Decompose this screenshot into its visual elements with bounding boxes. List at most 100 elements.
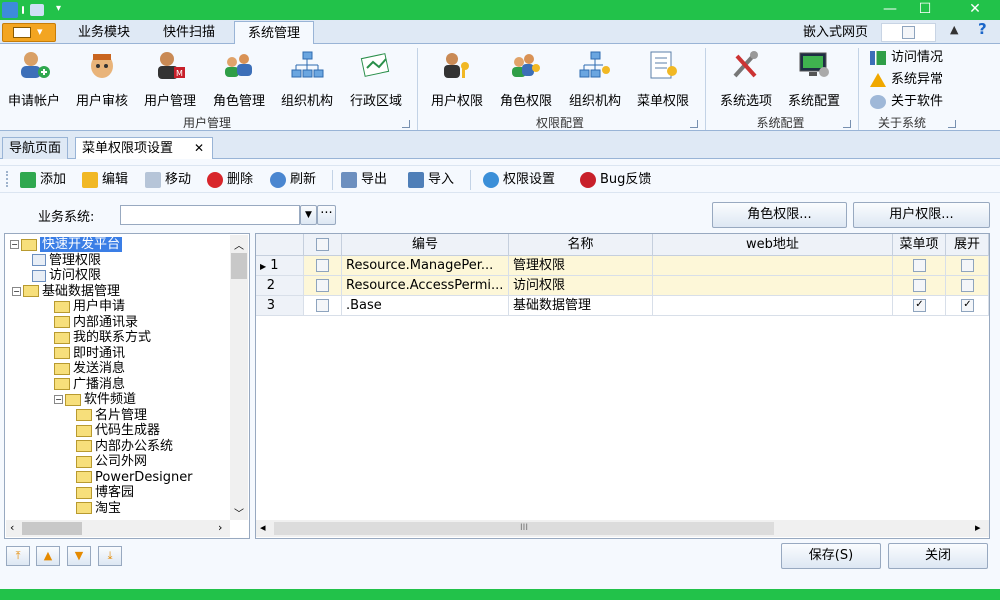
row-select-checkbox[interactable]: [316, 279, 329, 292]
tab-system-management[interactable]: 系统管理: [234, 21, 314, 44]
collapse-ribbon-icon[interactable]: ▲: [950, 23, 958, 36]
edit-button[interactable]: 编辑: [82, 170, 128, 190]
name-cell[interactable]: 访问权限: [509, 276, 653, 296]
org-permission-button[interactable]: 组织机构: [562, 48, 628, 109]
permission-settings-button[interactable]: 权限设置: [483, 170, 555, 190]
group-launcher-icon[interactable]: [690, 120, 698, 128]
tree-node[interactable]: 博客园: [76, 485, 134, 501]
export-button[interactable]: 导出: [341, 170, 387, 190]
tree-node[interactable]: 公司外网: [76, 454, 147, 470]
scroll-up-icon[interactable]: ︿: [234, 237, 244, 252]
move-button[interactable]: 移动: [145, 170, 191, 190]
maximize-button[interactable]: ☐: [905, 0, 945, 20]
grid-header-web[interactable]: web地址: [653, 234, 893, 256]
user-permission-button[interactable]: 用户权限: [424, 48, 490, 109]
add-button[interactable]: 添加: [20, 170, 66, 190]
row-select-cell[interactable]: [304, 276, 342, 296]
row-select-checkbox[interactable]: [316, 259, 329, 272]
embed-webpage-toggle[interactable]: [881, 23, 936, 42]
grid-header-menu[interactable]: 菜单项: [893, 234, 946, 256]
business-system-input[interactable]: [120, 205, 300, 225]
user-management-button[interactable]: M 用户管理: [138, 48, 202, 109]
tree-node[interactable]: 代码生成器: [76, 423, 160, 439]
tree-node-root[interactable]: − 快速开发平台: [10, 237, 123, 253]
expand-cell[interactable]: ✓: [946, 296, 989, 316]
close-window-button[interactable]: ✕: [955, 0, 995, 20]
code-cell[interactable]: .Base: [342, 296, 509, 316]
tree-scroll-thumb[interactable]: [231, 253, 247, 279]
app-menu-button[interactable]: ▾: [2, 23, 56, 42]
menu-cell[interactable]: [893, 256, 946, 276]
group-launcher-icon[interactable]: [843, 120, 851, 128]
user-review-button[interactable]: 用户审核: [70, 48, 134, 109]
embed-checkbox[interactable]: [902, 26, 915, 39]
help-icon[interactable]: ?: [978, 20, 987, 38]
web-cell[interactable]: [653, 296, 893, 316]
system-config-button[interactable]: 系统配置: [782, 48, 846, 109]
code-cell[interactable]: Resource.AccessPermi...: [342, 276, 509, 296]
web-cell[interactable]: [653, 276, 893, 296]
role-permission-dialog-button[interactable]: 角色权限...: [712, 202, 847, 228]
expand-checkbox[interactable]: [961, 259, 974, 272]
row-select-cell[interactable]: [304, 296, 342, 316]
tree-node[interactable]: 我的联系方式: [54, 330, 151, 346]
row-select-cell[interactable]: [304, 256, 342, 276]
scroll-down-icon[interactable]: ﹀: [234, 505, 244, 520]
move-up-button[interactable]: ▲: [36, 546, 60, 566]
grid-header-name[interactable]: 名称: [509, 234, 653, 256]
row-select-checkbox[interactable]: [316, 299, 329, 312]
apply-account-button[interactable]: 申请帐户: [2, 48, 66, 109]
tab-business-module[interactable]: 业务模块: [66, 21, 142, 44]
role-permission-button[interactable]: 角色权限: [494, 48, 558, 109]
tree-node[interactable]: 内部通讯录: [54, 315, 138, 331]
tree-node[interactable]: 即时通讯: [54, 346, 125, 362]
quick-save-icon[interactable]: [30, 4, 44, 16]
web-cell[interactable]: [653, 256, 893, 276]
tree-node[interactable]: 管理权限: [32, 253, 101, 269]
visit-status-item[interactable]: 访问情况: [870, 47, 943, 69]
menu-cell[interactable]: ✓: [893, 296, 946, 316]
menu-item-checkbox[interactable]: [913, 259, 926, 272]
tree-node[interactable]: PowerDesigner: [76, 470, 193, 486]
tab-navigation-page[interactable]: 导航页面: [2, 137, 69, 159]
user-permission-dialog-button[interactable]: 用户权限...: [853, 202, 990, 228]
move-top-button[interactable]: ⤒: [6, 546, 30, 566]
menu-item-checkbox[interactable]: [913, 279, 926, 292]
close-tab-icon[interactable]: ✕: [194, 138, 204, 159]
grid-header-expand[interactable]: 展开: [946, 234, 989, 256]
system-error-item[interactable]: 系统异常: [870, 69, 943, 91]
tree-vertical-scrollbar[interactable]: ︿ ﹀: [230, 235, 248, 520]
grid-header-code[interactable]: 编号: [342, 234, 509, 256]
expand-checkbox[interactable]: ✓: [961, 299, 974, 312]
role-management-button[interactable]: 角色管理: [206, 48, 272, 109]
business-system-dropdown[interactable]: ▼: [300, 205, 317, 225]
system-options-button[interactable]: 系统选项: [712, 48, 780, 109]
move-down-button[interactable]: ▼: [67, 546, 91, 566]
tree-node[interactable]: 内部办公系统: [76, 439, 173, 455]
expand-cell[interactable]: [946, 256, 989, 276]
refresh-button[interactable]: 刷新: [270, 170, 316, 190]
scroll-right-icon[interactable]: ▸: [975, 521, 981, 534]
tree-node[interactable]: 发送消息: [54, 361, 125, 377]
delete-button[interactable]: 删除: [207, 170, 253, 190]
organization-button[interactable]: 组织机构: [275, 48, 339, 109]
tree-node[interactable]: 访问权限: [32, 268, 101, 284]
close-button[interactable]: 关闭: [888, 543, 988, 569]
row-header-cell[interactable]: 3: [256, 296, 304, 316]
import-button[interactable]: 导入: [408, 170, 454, 190]
menu-permission-button[interactable]: 菜单权限: [630, 48, 696, 109]
tree-node[interactable]: 名片管理: [76, 408, 147, 424]
business-system-browse-button[interactable]: ···: [317, 205, 336, 225]
tree-collapse-icon[interactable]: −: [12, 286, 21, 296]
bug-feedback-button[interactable]: Bug反馈: [580, 170, 651, 190]
save-button[interactable]: 保存(S): [781, 543, 881, 569]
tree-horizontal-scrollbar[interactable]: ‹ ›: [6, 520, 230, 537]
grid-hscroll-thumb[interactable]: III: [274, 522, 774, 535]
minimize-button[interactable]: —: [870, 0, 910, 20]
menu-cell[interactable]: [893, 276, 946, 296]
tree-node[interactable]: − 软件频道: [54, 392, 136, 408]
tree-collapse-icon[interactable]: −: [54, 395, 63, 404]
menu-item-checkbox[interactable]: ✓: [913, 299, 926, 312]
name-cell[interactable]: 管理权限: [509, 256, 653, 276]
scroll-right-icon[interactable]: ›: [218, 521, 222, 534]
